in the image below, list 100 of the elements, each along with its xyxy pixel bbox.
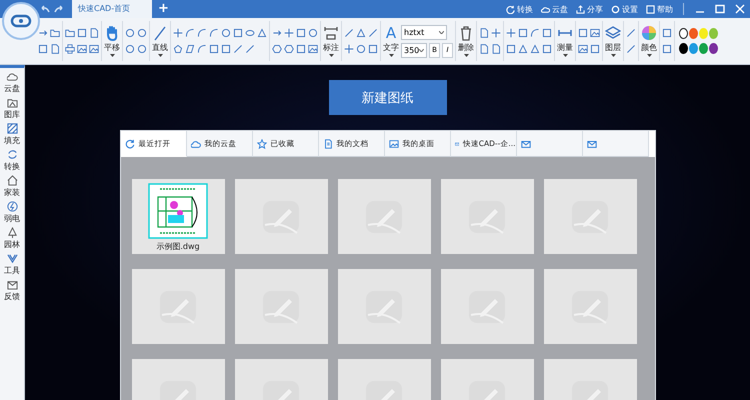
tool-label[interactable]: 标注: [323, 42, 339, 53]
circle-icon[interactable]: [308, 28, 318, 38]
cross-icon[interactable]: [506, 28, 516, 38]
line-icon[interactable]: [233, 44, 243, 54]
square-icon[interactable]: [38, 44, 48, 54]
new-tab-button[interactable]: +: [152, 1, 175, 17]
line-icon[interactable]: [626, 28, 636, 38]
square-icon[interactable]: [296, 44, 306, 54]
caret-icon[interactable]: [158, 54, 162, 57]
hand-icon[interactable]: [105, 25, 119, 41]
tool-label[interactable]: 直线: [152, 42, 168, 53]
ellipse-icon[interactable]: [245, 28, 255, 38]
layers-icon[interactable]: [605, 25, 621, 41]
document-tab[interactable]: 快速CAD-首页: [72, 0, 152, 18]
sidebar-item[interactable]: 填充: [4, 123, 20, 146]
color-swatch[interactable]: [699, 28, 708, 39]
tool-label[interactable]: 删除: [458, 42, 474, 53]
arrow-icon[interactable]: [272, 28, 282, 38]
title-action[interactable]: 转换: [502, 4, 537, 14]
tool-label[interactable]: 文字: [383, 42, 399, 53]
image-icon[interactable]: [308, 44, 318, 54]
sidebar-item[interactable]: 图库: [4, 97, 20, 120]
image-icon[interactable]: [89, 44, 99, 54]
arrow-icon[interactable]: [38, 28, 48, 38]
file-thumbnail[interactable]: 示例图.dwg: [132, 179, 224, 254]
square-icon[interactable]: [542, 28, 552, 38]
arc-icon[interactable]: [530, 28, 540, 38]
sidebar-item[interactable]: 家装: [4, 175, 20, 198]
sidebar-item[interactable]: 转换: [4, 149, 20, 172]
undo-icon[interactable]: [40, 5, 50, 13]
pentagon-icon[interactable]: [173, 44, 183, 54]
maximize-icon[interactable]: [715, 4, 725, 14]
color-swatch[interactable]: [709, 28, 718, 39]
square-icon[interactable]: [296, 28, 306, 38]
square-icon[interactable]: [578, 28, 588, 38]
image-icon[interactable]: [77, 44, 87, 54]
image-icon[interactable]: [590, 28, 600, 38]
color-swatch[interactable]: [679, 43, 688, 54]
square-icon[interactable]: [77, 28, 87, 38]
panel-tab[interactable]: [516, 131, 582, 157]
color-swatch[interactable]: [709, 43, 718, 54]
square-icon[interactable]: [542, 44, 552, 54]
redo-icon[interactable]: [54, 5, 64, 13]
title-action[interactable]: 帮助: [642, 4, 677, 14]
sidebar-item[interactable]: 弱电: [4, 201, 20, 224]
dimension-icon[interactable]: [323, 25, 339, 41]
title-action[interactable]: 分享: [572, 4, 607, 14]
square-icon[interactable]: [209, 44, 219, 54]
square-icon[interactable]: [590, 44, 600, 54]
title-action[interactable]: 云盘: [537, 4, 572, 14]
page-icon[interactable]: [89, 28, 99, 38]
triangle-icon[interactable]: [356, 28, 366, 38]
cross-icon[interactable]: [344, 44, 354, 54]
close-icon[interactable]: [735, 4, 745, 14]
caret-icon[interactable]: [110, 54, 114, 57]
square-icon[interactable]: [662, 44, 672, 54]
trash-icon[interactable]: [460, 25, 472, 41]
color-swatch[interactable]: [689, 28, 698, 39]
cross-icon[interactable]: [284, 28, 294, 38]
caret-icon[interactable]: [464, 54, 468, 57]
line-icon[interactable]: [368, 28, 378, 38]
square-icon[interactable]: [368, 44, 378, 54]
cross-icon[interactable]: [491, 28, 501, 38]
square-icon[interactable]: [518, 28, 528, 38]
cross-icon[interactable]: [173, 28, 183, 38]
panel-tab[interactable]: [582, 131, 648, 157]
tool-label[interactable]: 颜色: [641, 42, 657, 53]
line-icon[interactable]: [344, 28, 354, 38]
new-drawing-button[interactable]: 新建图纸: [328, 80, 446, 115]
triangle-icon[interactable]: [257, 28, 267, 38]
caret-icon[interactable]: [562, 54, 568, 57]
square-icon[interactable]: [662, 28, 672, 38]
caret-icon[interactable]: [646, 54, 652, 57]
title-action[interactable]: 设置: [607, 4, 642, 14]
color-wheel-icon[interactable]: [641, 25, 657, 41]
square-icon[interactable]: [221, 44, 231, 54]
size-select[interactable]: 350: [401, 42, 427, 58]
sidebar-item[interactable]: 云盘: [4, 71, 20, 94]
square-icon[interactable]: [506, 44, 516, 54]
tool-label[interactable]: 测量: [557, 42, 573, 53]
circle-icon[interactable]: [356, 44, 366, 54]
text-tool-icon[interactable]: A: [386, 25, 396, 41]
line-icon[interactable]: [626, 44, 636, 54]
circle-icon[interactable]: [221, 28, 231, 38]
tool-label[interactable]: 图层: [605, 42, 621, 53]
caret-icon[interactable]: [388, 54, 394, 57]
caret-icon[interactable]: [610, 54, 616, 57]
color-swatch[interactable]: [679, 28, 688, 39]
sidebar-item[interactable]: 园林: [4, 227, 20, 250]
line-icon[interactable]: [153, 25, 167, 41]
app-logo-icon[interactable]: [2, 2, 40, 40]
tool-label[interactable]: 平移: [104, 42, 120, 53]
caret-icon[interactable]: [328, 54, 334, 57]
image-icon[interactable]: [578, 44, 588, 54]
printer-icon[interactable]: [65, 44, 75, 54]
sidebar-item[interactable]: 工具: [4, 253, 20, 276]
sidebar-item[interactable]: 反馈: [4, 279, 20, 302]
square-icon[interactable]: [233, 28, 243, 38]
font-select[interactable]: hztxt: [401, 24, 447, 40]
line-icon[interactable]: [245, 44, 255, 54]
